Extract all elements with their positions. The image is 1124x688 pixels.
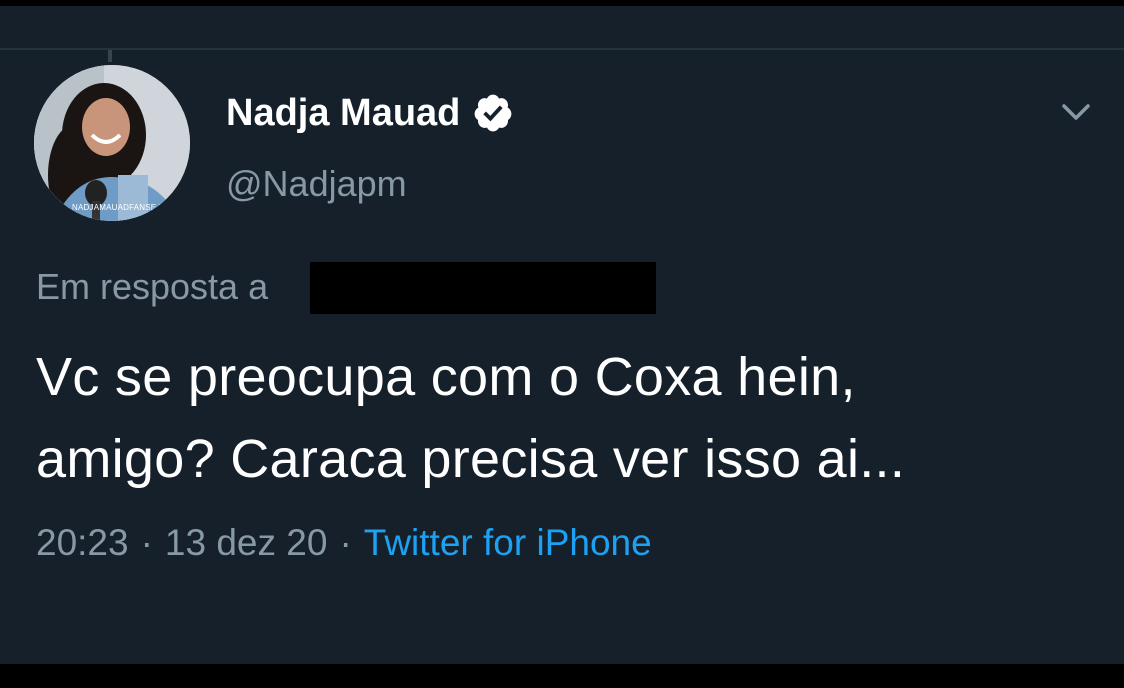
tweet-time[interactable]: 20:23 <box>36 518 129 568</box>
redacted-reply-handle <box>310 262 656 314</box>
tweet-meta: 20:23 · 13 dez 20 · Twitter for iPhone <box>36 518 652 568</box>
reply-label: Em resposta a <box>36 266 269 307</box>
reply-context: Em resposta a <box>36 262 268 312</box>
avatar-watermark: NADJAMAUADFANSE.NET <box>72 203 176 212</box>
tweet-text-line: amigo? Caraca precisa ver isso ai... <box>36 429 906 489</box>
tweet-date[interactable]: 13 dez 20 <box>165 518 328 568</box>
verified-badge-icon <box>472 92 514 134</box>
display-name-row[interactable]: Nadja Mauad <box>226 88 514 138</box>
avatar-photo <box>34 65 190 221</box>
screenshot-frame: NADJAMAUADFANSE.NET Nadja Mauad @Nadjapm… <box>0 0 1124 688</box>
display-name[interactable]: Nadja Mauad <box>226 88 460 138</box>
user-handle[interactable]: @Nadjapm <box>226 162 407 206</box>
meta-separator: · <box>339 522 352 563</box>
tweet-text: Vc se preocupa com o Coxa hein, amigo? C… <box>36 336 1096 500</box>
top-divider <box>0 48 1124 50</box>
tweet-card: NADJAMAUADFANSE.NET Nadja Mauad @Nadjapm… <box>0 6 1124 664</box>
thread-line <box>108 50 112 62</box>
tweet-source-link[interactable]: Twitter for iPhone <box>364 518 652 568</box>
meta-separator: · <box>140 522 153 563</box>
tweet-text-line: Vc se preocupa com o Coxa hein, <box>36 347 856 407</box>
chevron-down-icon[interactable] <box>1058 98 1094 126</box>
avatar[interactable]: NADJAMAUADFANSE.NET <box>34 65 190 221</box>
